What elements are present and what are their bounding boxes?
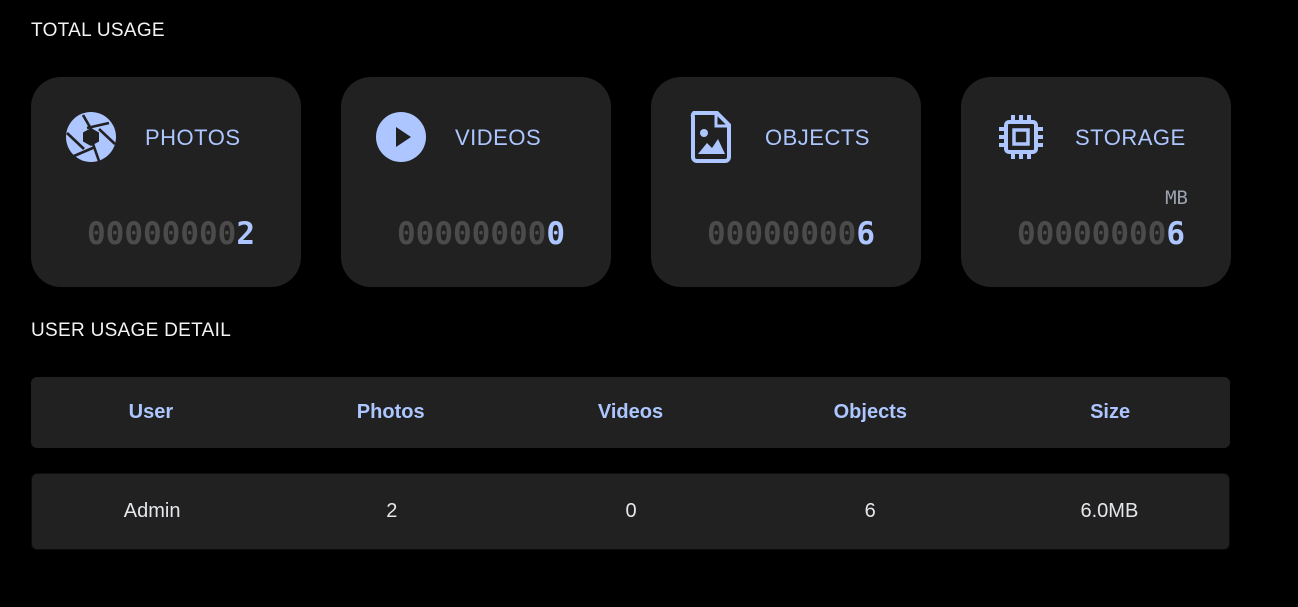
play-circle-icon: [375, 111, 427, 163]
card-label: PHOTOS: [145, 125, 241, 150]
column-header-videos[interactable]: Videos: [511, 401, 751, 424]
cell-photos: 2: [386, 500, 398, 522]
column-header-photos[interactable]: Photos: [271, 401, 511, 424]
storage-card: STORAGE MB 000000006: [961, 77, 1231, 287]
photos-card: PHOTOS 000000002: [31, 77, 301, 287]
storage-counter: 000000006: [1017, 216, 1185, 252]
objects-counter: 000000006: [707, 216, 875, 252]
usage-cards: PHOTOS 000000002 VIDEOS 000000000 OBJECT…: [31, 77, 1231, 287]
cell-videos: 0: [625, 500, 637, 522]
table-header: User Photos Videos Objects Size: [31, 377, 1230, 448]
card-label: VIDEOS: [455, 125, 542, 150]
objects-card: OBJECTS 000000006: [651, 77, 921, 287]
storage-unit: MB: [1165, 187, 1188, 209]
cpu-chip-icon: [995, 111, 1047, 163]
image-file-icon: [685, 111, 737, 163]
photos-counter: 000000002: [87, 216, 255, 252]
cell-size: 6.0MB: [1080, 500, 1139, 522]
table-row[interactable]: Admin 2 0 6 6.0MB: [31, 473, 1230, 550]
column-header-size[interactable]: Size: [990, 401, 1230, 424]
card-label: STORAGE: [1075, 125, 1186, 150]
total-usage-title: TOTAL USAGE: [31, 20, 165, 41]
videos-counter: 000000000: [397, 216, 565, 252]
videos-card: VIDEOS 000000000: [341, 77, 611, 287]
cell-user: Admin: [123, 500, 181, 522]
column-header-objects[interactable]: Objects: [750, 401, 990, 424]
card-label: OBJECTS: [765, 125, 870, 150]
column-header-user[interactable]: User: [31, 401, 271, 424]
cell-objects: 6: [864, 500, 876, 522]
aperture-icon: [65, 111, 117, 163]
user-usage-detail-title: USER USAGE DETAIL: [31, 320, 232, 341]
